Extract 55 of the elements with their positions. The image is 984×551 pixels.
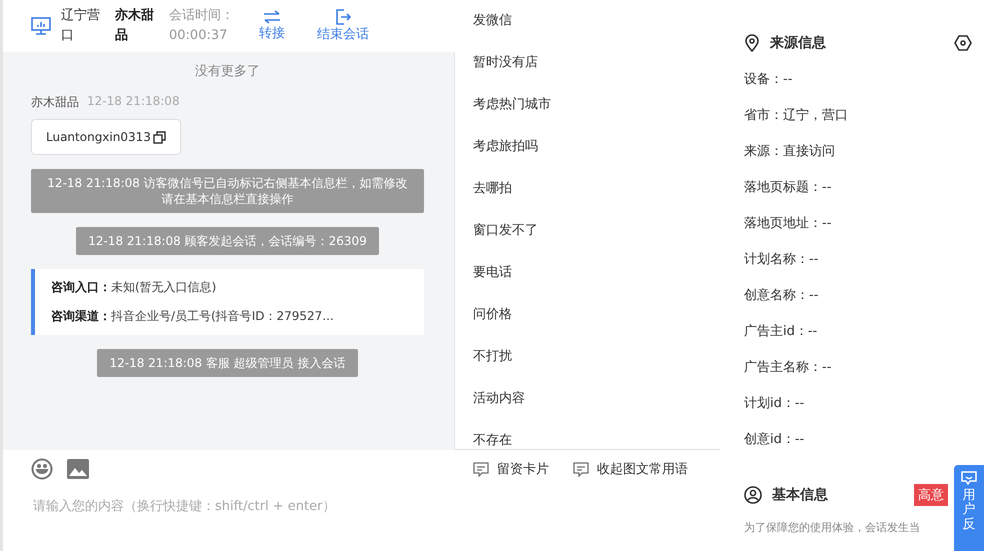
quick-phrase-item[interactable]: 发微信 [455, 0, 720, 42]
composer-tool-button[interactable]: 留资卡片 [473, 460, 549, 478]
session-timer: 会话时间： 00:00:37 [169, 7, 235, 45]
exit-icon [335, 9, 351, 25]
user-circle-icon [744, 486, 762, 504]
image-icon [67, 459, 89, 479]
source-info-field: 来源：直接访问 [744, 142, 972, 160]
composer-tool-button[interactable]: 收起图文常用语 [573, 460, 688, 478]
message-time: 12-18 21:18:08 [87, 94, 180, 110]
end-session-button[interactable]: 结束会话 [317, 9, 369, 43]
quick-phrase-item[interactable]: 活动内容 [455, 378, 720, 420]
copy-icon [152, 130, 166, 144]
inquiry-info-row-text: 咨询渠道：抖音企业号/员工号(抖音号ID：279527... [51, 308, 335, 325]
quick-phrase-item[interactable]: 要电话 [455, 252, 720, 294]
sender-name: 亦木甜品 [31, 94, 79, 111]
system-message: 12-18 21:18:08 顾客发起会话，会话编号：26309 [76, 227, 379, 255]
emoji-icon [31, 458, 53, 480]
quick-phrase-item[interactable]: 不打扰 [455, 336, 720, 378]
source-info-field: 广告主id：-- [744, 322, 972, 340]
source-info-field: 省市：辽宁，营口 [744, 106, 972, 124]
quick-phrase-item[interactable]: 考虑热门城市 [455, 84, 720, 126]
intent-tag: 高意 [914, 484, 948, 506]
section-title: 基本信息 [772, 486, 828, 504]
quick-phrase-item[interactable]: 暂时没有店 [455, 42, 720, 84]
inquiry-info-row-text: 咨询入口：未知(暂无入口信息) [51, 279, 218, 296]
location-pin-icon [744, 34, 760, 52]
chat-icon [961, 471, 977, 485]
quick-phrase-item[interactable]: 窗口发不了 [455, 210, 720, 252]
source-info-field: 落地页标题：-- [744, 178, 972, 196]
quick-phrase-item[interactable]: 问价格 [455, 294, 720, 336]
section-title: 来源信息 [770, 34, 826, 52]
source-info-field: 设备：-- [744, 70, 972, 88]
source-info-field: 计划id：-- [744, 394, 972, 412]
message-bubble: Luantongxin0313 [31, 119, 181, 155]
notice-text: 为了保障您的使用体验，会话发生当 [744, 520, 920, 535]
location-text: 辽宁营口 [61, 7, 101, 45]
system-message: 12-18 21:18:08 访客微信号已自动标记右侧基本信息栏，如需修改请在基本信息栏直接操作 [31, 169, 424, 213]
visitor-name: 亦木甜品 [115, 6, 155, 45]
no-more-text: 没有更多了 [194, 63, 261, 80]
source-info-field: 计划名称：-- [744, 250, 972, 268]
transfer-button[interactable]: 转接 [259, 10, 285, 42]
source-info-field: 广告主名称：-- [744, 358, 972, 376]
quick-phrase-item[interactable]: 不存在 [455, 420, 720, 449]
feedback-button[interactable]: 用户反 [954, 465, 984, 551]
source-info-field: 创意名称：-- [744, 286, 972, 304]
monitor-icon [31, 17, 51, 35]
source-info-field: 落地页地址：-- [744, 214, 972, 232]
system-message: 12-18 21:18:08 客服 超级管理员 接入会话 [97, 349, 358, 377]
hexagon-settings-icon [954, 35, 972, 51]
comment-icon [473, 462, 489, 476]
quick-phrase-item[interactable]: 考虑旅拍吗 [455, 126, 720, 168]
comment-icon [573, 462, 589, 476]
swap-arrows-icon [263, 10, 281, 24]
quick-phrase-item[interactable]: 去哪拍 [455, 168, 720, 210]
source-info-field: 创意id：-- [744, 430, 972, 448]
